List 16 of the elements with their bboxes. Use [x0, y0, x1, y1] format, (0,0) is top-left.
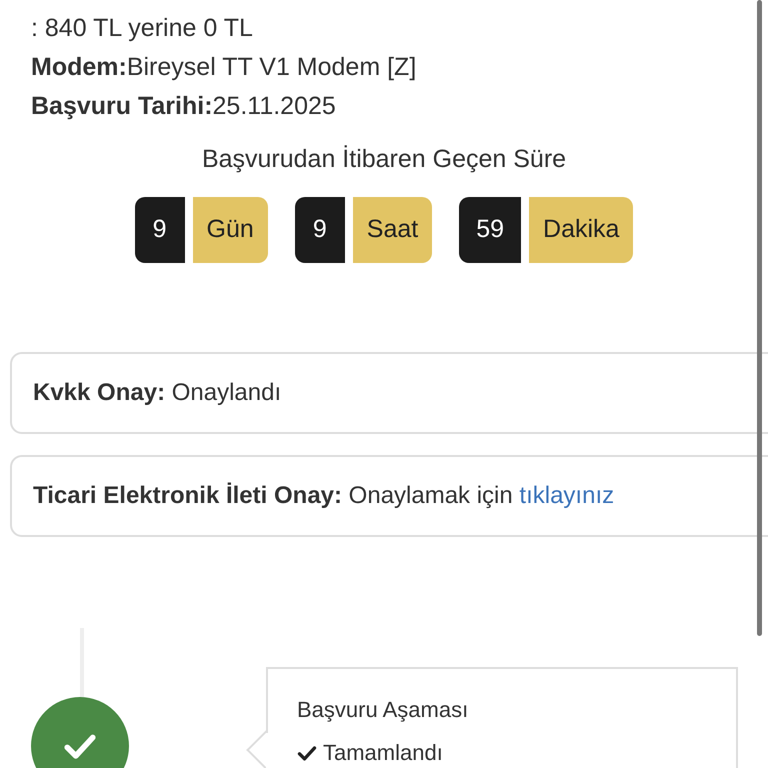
- detail-text: Başvuru Tarihi:25.11.2025: [31, 91, 337, 122]
- countdown-value: 9: [294, 196, 345, 262]
- countdown-value: 59: [459, 196, 522, 262]
- countdown-unit: Dakika: [529, 196, 634, 262]
- elapsed-title: Başvurudan İtibaren Geçen Süre: [202, 144, 566, 175]
- countdown-unit: Saat: [352, 196, 432, 262]
- countdown-unit: Gün: [192, 196, 268, 262]
- countdown-value: 9: [134, 196, 185, 262]
- step-title: Başvuru Aşaması: [297, 696, 470, 724]
- consent-link[interactable]: tıklayınız: [519, 482, 614, 508]
- detail-text: Modem:Bireysel TT V1 Modem [Z]: [31, 52, 418, 83]
- step-status: Tamamlandı: [297, 736, 736, 768]
- consent-text: Ticari Elektronik İleti Onay: Onaylamak için tıklayınız: [33, 480, 614, 510]
- scrollbar-thumb[interactable]: [757, 0, 762, 636]
- detail-text: : 840 TL yerine 0 TL: [31, 13, 254, 44]
- consent-text: Kvkk Onay: Onaylandı: [33, 378, 282, 408]
